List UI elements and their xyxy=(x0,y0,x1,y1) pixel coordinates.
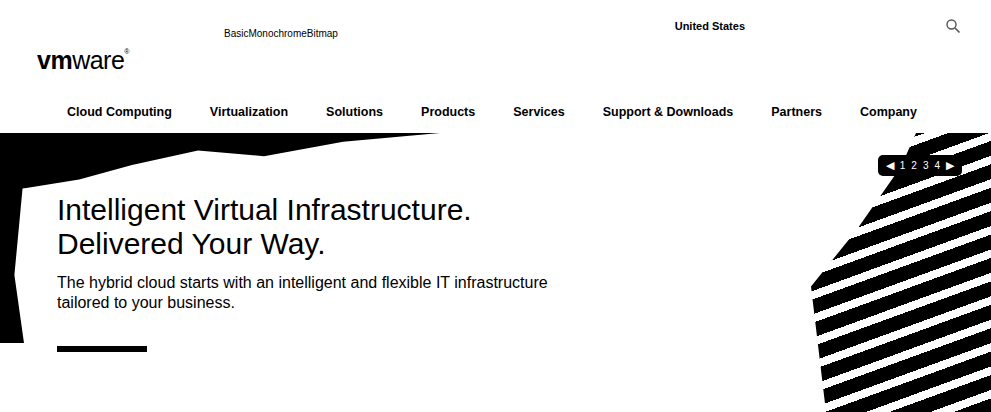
region-selector[interactable]: United States xyxy=(675,20,745,32)
hero-text: Intelligent Virtual Infrastructure.Deliv… xyxy=(0,133,991,352)
pager-page[interactable]: 1 xyxy=(900,160,906,171)
site-header: vmware® BasicMonochromeBitmap United State… xyxy=(0,0,991,95)
carousel-pager: ◀ 1234 ▶ xyxy=(878,155,962,176)
nav-item[interactable]: Cloud Computing xyxy=(67,105,172,119)
pager-page[interactable]: 3 xyxy=(923,160,929,171)
pager-page[interactable]: 4 xyxy=(934,160,940,171)
nav-item[interactable]: Partners xyxy=(771,105,822,119)
pager-prev[interactable]: ◀ xyxy=(886,159,894,172)
nav-item[interactable]: Solutions xyxy=(326,105,383,119)
hero-headline: Intelligent Virtual Infrastructure.Deliv… xyxy=(57,193,991,261)
pager-next[interactable]: ▶ xyxy=(946,159,954,172)
nav-item[interactable]: Company xyxy=(860,105,917,119)
nav-item[interactable]: Services xyxy=(513,105,564,119)
page: vmware® BasicMonochromeBitmap United State… xyxy=(0,0,991,412)
bitmap-label: BasicMonochromeBitmap xyxy=(224,28,338,39)
hero-photo-left xyxy=(0,133,440,191)
vmware-logo[interactable]: vmware® xyxy=(37,48,129,73)
hero-photo-edge xyxy=(0,173,24,343)
nav-item[interactable]: Products xyxy=(421,105,475,119)
pager-page[interactable]: 2 xyxy=(911,160,917,171)
search-icon[interactable] xyxy=(945,18,961,34)
nav-item[interactable]: Virtualization xyxy=(210,105,288,119)
hero-banner: ◀ 1234 ▶ Intelligent Virtual Infrastructure… xyxy=(0,133,991,412)
hero-subtitle: The hybrid cloud starts with an intellig… xyxy=(57,273,991,313)
nav-item[interactable]: Support & Downloads xyxy=(603,105,734,119)
hero-cta-bar[interactable] xyxy=(57,346,147,352)
main-nav: Cloud Computing Virtualization Solutions Pr… xyxy=(0,95,991,133)
